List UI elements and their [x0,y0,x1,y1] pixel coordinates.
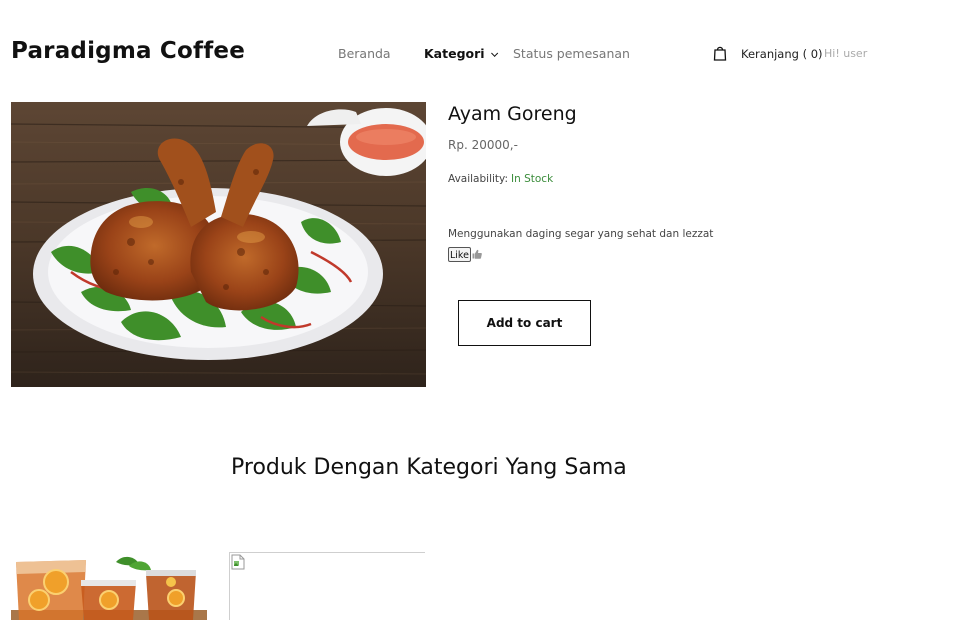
stock-status: In Stock [511,173,554,185]
availability: Availability: In Stock [448,173,553,185]
shopping-bag-icon [713,46,727,61]
product-description: Menggunakan daging segar yang sehat dan … [448,228,714,240]
thumbs-up-icon [472,249,482,259]
nav-kategori-label: Kategori [424,46,485,61]
chevron-down-icon [490,49,498,57]
like-button[interactable]: Like [448,247,471,262]
related-product-card-broken-image[interactable] [229,552,425,620]
nav-beranda[interactable]: Beranda [338,46,391,61]
cart-count-label: Keranjang ( 0) [741,47,823,61]
product-image [11,102,426,387]
user-greeting[interactable]: Hi! user [824,47,867,60]
fried-chicken-photo [11,102,426,387]
site-logo[interactable]: Paradigma Coffee [11,38,245,64]
nav-status-pemesanan[interactable]: Status pemesanan [513,46,630,61]
related-product-card[interactable] [11,552,207,620]
related-products-heading: Produk Dengan Kategori Yang Sama [231,455,627,480]
add-to-cart-button[interactable]: Add to cart [458,300,591,346]
iced-tea-photo [11,552,207,620]
product-name: Ayam Goreng [448,103,577,125]
broken-image-icon [231,554,245,570]
product-price: Rp. 20000,- [448,138,518,152]
nav-kategori[interactable]: Kategori [424,46,498,61]
availability-label: Availability: [448,173,509,185]
